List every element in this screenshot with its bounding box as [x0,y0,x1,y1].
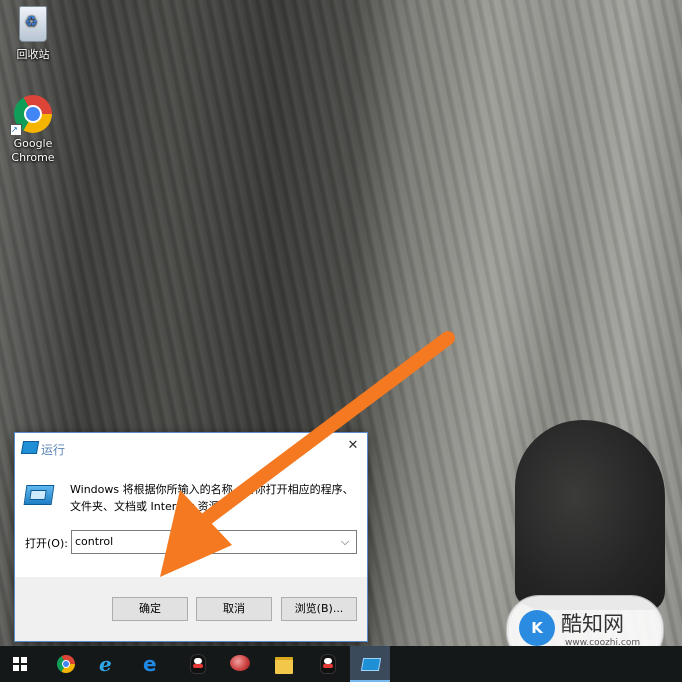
internet-explorer-icon: e [99,652,112,676]
network-app-icon [230,655,250,671]
edge-icon: e [143,652,157,676]
taskbar-internet-explorer[interactable]: e [89,646,129,682]
windows-logo-icon [13,657,27,671]
taskbar: e e [0,646,682,682]
folder-icon [275,657,293,674]
run-icon [360,658,382,671]
chrome-icon [57,655,75,673]
taskbar-qq-2[interactable] [307,646,347,682]
taskbar-chrome[interactable] [46,646,86,682]
taskbar-network-app[interactable] [220,646,260,682]
annotation-arrow [160,331,455,577]
taskbar-qq[interactable] [177,646,217,682]
arrow-shaft [198,331,455,527]
watermark-title: 酷知网 [561,612,624,636]
watermark-logo-icon: K [519,610,555,646]
taskbar-run[interactable] [350,646,390,682]
qq-penguin-icon [190,654,206,674]
start-button[interactable] [0,646,40,682]
qq-penguin-icon [320,654,336,674]
taskbar-edge[interactable]: e [132,646,172,682]
taskbar-file-explorer[interactable] [264,646,304,682]
